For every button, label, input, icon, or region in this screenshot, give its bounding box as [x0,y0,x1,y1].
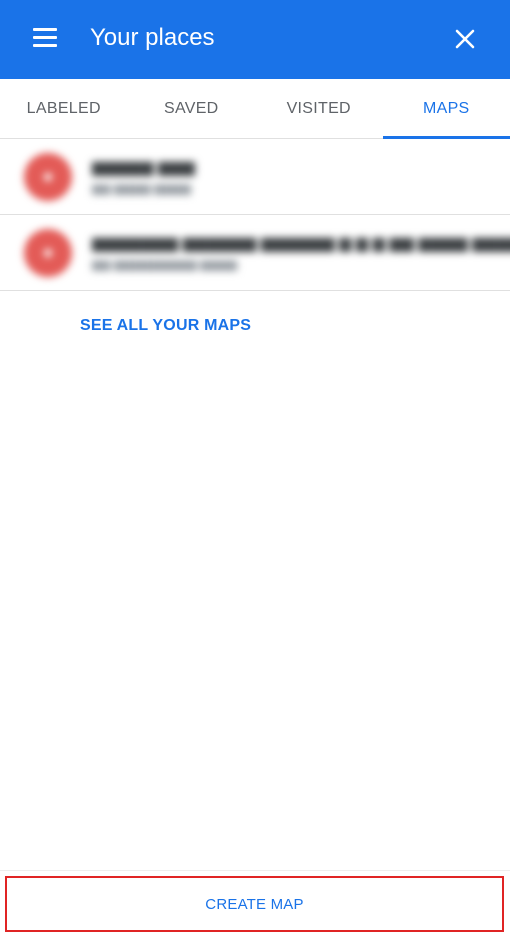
tab-saved[interactable]: SAVED [128,79,256,138]
see-all-maps-link[interactable]: SEE ALL YOUR MAPS [80,317,251,335]
map-subtitle: ▆▆ ▆▆▆▆▆▆▆▆▆ ▆▆▆▆ [92,257,238,271]
app-header: Your places [0,0,510,79]
tab-maps[interactable]: MAPS [382,79,510,139]
menu-button[interactable] [33,28,57,48]
map-avatar-icon [24,153,72,201]
blurred-content: ▆▆▆▆▆▆▆ ▆▆▆▆▆▆ ▆▆▆▆▆▆ ▆ ▆ ▆ ▆▆ ▆▆▆▆ ▆▆▆ ▆… [0,215,510,290]
map-title: ▆▆▆▆▆▆▆ ▆▆▆▆▆▆ ▆▆▆▆▆▆ ▆ ▆ ▆ ▆▆ ▆▆▆▆ ▆▆▆▆… [92,235,510,252]
divider [0,870,510,871]
map-list-item[interactable]: ▆▆▆▆▆ ▆▆▆ ▆▆ ▆▆▆▆ ▆▆▆▆ [0,139,510,215]
tab-visited[interactable]: VISITED [255,79,383,138]
map-title: ▆▆▆▆▆ ▆▆▆ [92,159,195,176]
map-list-item[interactable]: ▆▆▆▆▆▆▆ ▆▆▆▆▆▆ ▆▆▆▆▆▆ ▆ ▆ ▆ ▆▆ ▆▆▆▆ ▆▆▆ ▆… [0,215,510,291]
create-map-button[interactable]: CREATE MAP [5,876,504,932]
page-title: Your places [90,24,215,51]
close-icon [455,29,475,49]
map-avatar-icon [24,229,72,277]
tab-bar: LABELED SAVED VISITED MAPS [0,79,510,139]
map-subtitle: ▆▆ ▆▆▆▆ ▆▆▆▆ [92,181,191,195]
blurred-content: ▆▆▆▆▆ ▆▆▆ ▆▆ ▆▆▆▆ ▆▆▆▆ [0,139,510,214]
close-button[interactable] [452,26,478,52]
menu-icon [33,28,57,47]
tab-labeled[interactable]: LABELED [0,79,128,138]
